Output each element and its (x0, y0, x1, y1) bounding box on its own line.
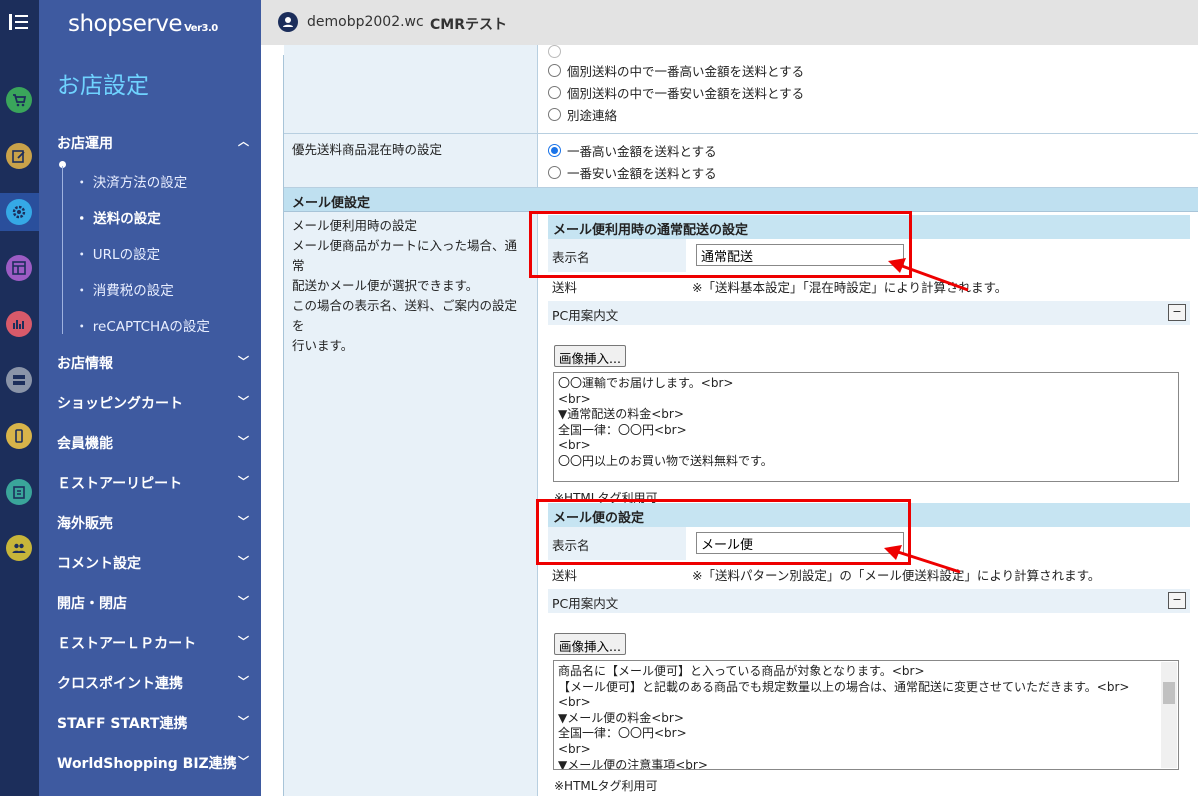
brand-logo: shopserve Ver3.0 (68, 11, 218, 37)
collapse-button[interactable]: − (1168, 304, 1186, 321)
radio-option[interactable]: 個別送料の中で一番安い金額を送料とする (548, 81, 1189, 103)
table-row: 優先送料商品混在時の設定 一番高い金額を送料とする 一番安い金額を送料とする (284, 134, 1198, 188)
scrollbar-thumb[interactable] (1163, 682, 1175, 704)
radio-icon (548, 85, 561, 99)
chevron-up-icon: ︿ (238, 135, 249, 148)
sub-item-recaptcha[interactable]: ・ reCAPTCHAの設定 (75, 315, 210, 335)
chevron-down-icon: ﹀ (238, 555, 249, 568)
clipboard-icon[interactable] (6, 479, 32, 505)
chevron-down-icon: ﹀ (238, 515, 249, 528)
radio-option[interactable]: 個別送料の中で一番高い金額を送料とする (548, 59, 1189, 81)
radio-option[interactable]: 一番安い金額を送料とする (548, 161, 1189, 183)
mobile-icon[interactable] (6, 423, 32, 449)
textarea-scrollbar[interactable] (1161, 662, 1177, 768)
sub-item-payment[interactable]: ・ 決済方法の設定 (75, 171, 187, 191)
radio-icon (548, 107, 561, 121)
nav-section-member[interactable]: 会員機能 ﹀ (57, 433, 255, 453)
pc-guide-textarea[interactable]: 〇〇運輸でお届けします。<br> <br> ▼通常配送の料金<br> 全国一律：… (553, 372, 1179, 482)
radio-checked-icon (548, 143, 561, 157)
nav-section-overseas[interactable]: 海外販売 ﹀ (57, 513, 255, 533)
icon-rail (0, 0, 39, 796)
settings-table: 個別送料の中で一番高い金額を送料とする 個別送料の中で一番安い金額を送料とする … (283, 44, 1198, 796)
nav-section-comment[interactable]: コメント設定 ﹀ (57, 553, 255, 573)
server-icon[interactable] (6, 367, 32, 393)
user-icon[interactable] (278, 12, 298, 32)
chevron-down-icon: ﹀ (238, 755, 249, 768)
nav-section-worldshopping[interactable]: WorldShopping BIZ連携 ﹀ (57, 753, 255, 773)
radio-option[interactable]: 一番高い金額を送料とする (548, 139, 1189, 161)
pc-guide-textarea[interactable]: 商品名に【メール便可】と入っている商品が対象となります。<br> 【メール便可】… (553, 660, 1179, 770)
main-content: 個別送料の中で一番高い金額を送料とする 個別送料の中で一番安い金額を送料とする … (261, 44, 1198, 796)
chevron-down-icon: ﹀ (238, 715, 249, 728)
highlight-box (536, 499, 911, 565)
html-tag-note: ※HTMLタグ利用可 (554, 779, 658, 793)
menu-toggle-icon[interactable] (9, 12, 29, 32)
nav-section-store-operation[interactable]: お店運用 ︿ (57, 133, 255, 153)
chevron-down-icon: ﹀ (238, 595, 249, 608)
nav-section-store-info[interactable]: お店情報 ﹀ (57, 353, 255, 373)
nav-section-cart[interactable]: ショッピングカート ﹀ (57, 393, 255, 413)
nav-section-open-close[interactable]: 開店・閉店 ﹀ (57, 593, 255, 613)
users-icon[interactable] (6, 535, 32, 561)
side-nav: shopserve Ver3.0 お店設定 お店運用 ︿ ・ 決済方法の設定 ・ 送… (39, 0, 261, 796)
table-row: 個別送料の中で一番高い金額を送料とする 個別送料の中で一番安い金額を送料とする … (284, 43, 1198, 134)
insert-image-button[interactable]: 画像挿入... (554, 345, 626, 367)
nav-section-crosspoint[interactable]: クロスポイント連携 ﹀ (57, 673, 255, 693)
nav-section-repeat[interactable]: Ｅストアーリピート ﹀ (57, 473, 255, 493)
chevron-down-icon: ﹀ (238, 475, 249, 488)
analytics-icon[interactable] (6, 311, 32, 337)
nav-section-lp-cart[interactable]: ＥストアーＬＰカート ﹀ (57, 633, 255, 653)
top-header: demobp2002.wc CMRテスト (261, 0, 1198, 45)
layout-icon[interactable] (6, 255, 32, 281)
chevron-down-icon: ﹀ (238, 355, 249, 368)
chevron-down-icon: ﹀ (238, 675, 249, 688)
insert-image-button[interactable]: 画像挿入... (554, 633, 626, 655)
mail-section-header: メール便設定 (284, 188, 1198, 212)
highlight-box (529, 211, 912, 278)
priority-label: 優先送料商品混在時の設定 (284, 134, 538, 187)
cart-icon[interactable] (6, 87, 32, 113)
nav-title: お店設定 (57, 73, 149, 99)
sub-item-tax[interactable]: ・ 消費税の設定 (75, 279, 174, 299)
chevron-down-icon: ﹀ (238, 635, 249, 648)
sub-item-shipping[interactable]: ・ 送料の設定 (75, 207, 161, 227)
chevron-down-icon: ﹀ (238, 435, 249, 448)
edit-icon[interactable] (6, 143, 32, 169)
mail-description: メール便利用時の設定 メール便商品がカートに入った場合、通常 配送かメール便が選… (284, 212, 538, 796)
shop-id: demobp2002.wc (307, 14, 424, 30)
radio-icon (548, 165, 561, 179)
radio-icon (548, 63, 561, 77)
sub-item-url[interactable]: ・ URLの設定 (75, 243, 160, 263)
collapse-button[interactable]: − (1168, 592, 1186, 609)
chevron-down-icon: ﹀ (238, 395, 249, 408)
shop-name: CMRテスト (430, 17, 507, 33)
nav-section-staff-start[interactable]: STAFF START連携 ﹀ (57, 713, 255, 733)
gear-icon[interactable] (6, 199, 32, 225)
radio-option[interactable]: 別途連絡 (548, 103, 1189, 125)
sub-nav-line (62, 166, 63, 334)
radio-option-clipped (548, 43, 1189, 59)
